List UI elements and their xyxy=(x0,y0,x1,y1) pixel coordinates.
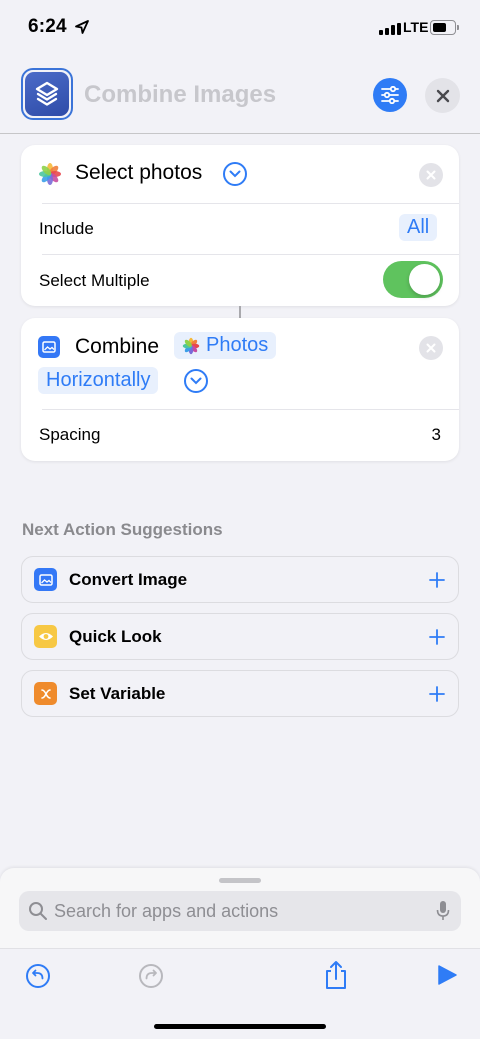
remove-action-button[interactable] xyxy=(419,163,443,187)
photos-token[interactable]: Photos xyxy=(174,332,277,359)
close-icon xyxy=(426,170,436,180)
add-icon[interactable] xyxy=(429,628,445,645)
direction-value[interactable]: Horizontally xyxy=(38,367,159,394)
select-multiple-label: Select Multiple xyxy=(39,271,150,290)
photos-icon xyxy=(38,162,62,191)
suggestion-label: Set Variable xyxy=(69,683,166,703)
redo-icon[interactable] xyxy=(138,963,164,989)
photos-token-label: Photos xyxy=(206,334,269,356)
signal-icon xyxy=(379,23,401,35)
share-icon[interactable] xyxy=(324,960,348,990)
combine-title: Combine xyxy=(75,335,160,358)
sheet-grabber[interactable] xyxy=(219,878,261,883)
image-icon xyxy=(38,336,60,358)
chevron-down-icon xyxy=(229,170,241,178)
location-arrow-icon xyxy=(75,20,89,34)
include-label: Include xyxy=(39,219,94,238)
shortcut-icon-button[interactable] xyxy=(21,68,73,120)
include-value[interactable]: All xyxy=(399,214,438,241)
select-multiple-toggle[interactable] xyxy=(383,261,443,298)
action-connector xyxy=(239,306,241,318)
settings-button[interactable] xyxy=(373,78,407,112)
expand-button[interactable] xyxy=(223,162,247,186)
select-photos-action[interactable]: Select photos Include All Select Multipl… xyxy=(21,145,459,306)
row-divider xyxy=(42,203,459,204)
battery-cap xyxy=(457,25,459,30)
add-icon[interactable] xyxy=(429,685,445,702)
shortcut-title[interactable]: Combine Images xyxy=(84,81,276,109)
add-icon[interactable] xyxy=(429,571,445,588)
close-icon xyxy=(426,343,436,353)
sliders-icon xyxy=(381,86,399,104)
search-field[interactable]: Search for apps and actions xyxy=(19,891,461,931)
search-icon xyxy=(29,902,47,920)
expand-options-button[interactable] xyxy=(184,369,208,393)
suggestions-header: Next Action Suggestions xyxy=(22,520,223,539)
select-photos-title: Select photos xyxy=(75,161,203,184)
play-icon[interactable] xyxy=(437,964,457,986)
search-placeholder: Search for apps and actions xyxy=(54,900,279,921)
close-button[interactable] xyxy=(425,78,460,113)
suggestion-label: Convert Image xyxy=(69,569,188,589)
suggestion-quick-look[interactable]: Quick Look xyxy=(21,613,459,660)
shortcut-stack-icon xyxy=(25,72,69,116)
photos-icon xyxy=(182,337,200,354)
undo-icon[interactable] xyxy=(25,963,51,989)
row-divider xyxy=(42,254,459,255)
status-time: 6:24 xyxy=(28,16,67,37)
close-icon xyxy=(436,89,449,102)
row-divider xyxy=(42,409,459,410)
home-indicator xyxy=(154,1024,326,1029)
battery-icon xyxy=(430,20,456,35)
header-divider xyxy=(0,133,480,134)
chevron-down-icon xyxy=(190,377,202,385)
suggestion-set-variable[interactable]: Set Variable xyxy=(21,670,459,717)
eye-icon xyxy=(34,625,57,648)
toggle-knob xyxy=(409,264,440,295)
variable-x-icon xyxy=(34,682,57,705)
suggestion-label: Quick Look xyxy=(69,626,162,646)
spacing-value[interactable]: 3 xyxy=(432,425,441,445)
remove-action-button[interactable] xyxy=(419,336,443,360)
microphone-icon[interactable] xyxy=(436,900,450,922)
image-icon xyxy=(34,568,57,591)
combine-images-action[interactable]: Combine Photos Horizontally Spacing 3 xyxy=(21,318,459,461)
network-label: LTE xyxy=(403,19,429,35)
suggestion-convert-image[interactable]: Convert Image xyxy=(21,556,459,603)
spacing-label: Spacing xyxy=(39,425,101,444)
